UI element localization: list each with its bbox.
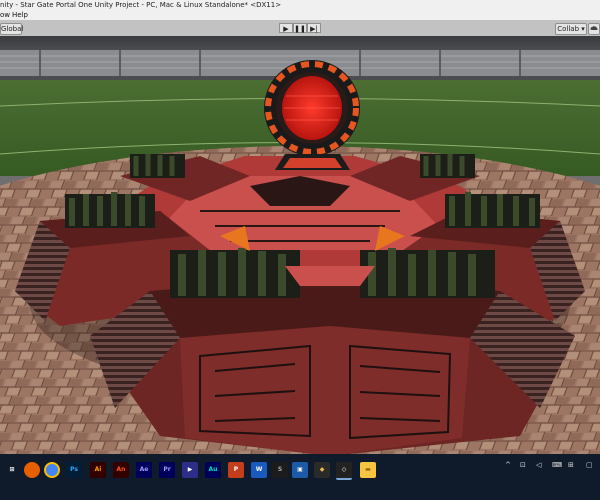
folder-icon: ▬	[365, 466, 371, 473]
powerpoint-icon: P	[233, 466, 239, 473]
after-effects-icon: Ae	[139, 466, 149, 473]
photos-icon: ▣	[297, 466, 303, 473]
menu-bar: ow Help	[0, 10, 600, 20]
animate-icon: An	[116, 466, 126, 473]
windows-taskbar: ⊞ Ps Ai An Ae Pr ▶ Au P W S ▣ ◆ ◇ ▬ ^ ⊡ …	[0, 454, 600, 500]
taskbar-app-substance[interactable]: S	[272, 462, 288, 478]
scene-viewport[interactable]	[0, 36, 600, 454]
playback-controls: ▶ ❚❚ ▶|	[279, 23, 321, 33]
substance-icon: S	[277, 466, 283, 473]
taskbar-app-illustrator[interactable]: Ai	[90, 462, 106, 478]
unity-icon: ◇	[341, 466, 347, 473]
taskbar-app-audition[interactable]: Au	[205, 462, 221, 478]
cloud-button[interactable]	[588, 23, 600, 35]
tray-network-icon[interactable]: ⊡	[520, 460, 526, 470]
taskbar-app-cube[interactable]: ◆	[314, 462, 330, 478]
notification-icon[interactable]: ▢	[586, 460, 593, 470]
menu-item-help[interactable]: Help	[12, 10, 28, 20]
taskbar-app-firefox[interactable]	[24, 462, 40, 478]
taskbar-app-chrome[interactable]	[44, 462, 60, 478]
taskbar-app-premiere[interactable]: Pr	[159, 462, 175, 478]
media-player-icon: ▶	[187, 466, 193, 473]
tray-overflow-icon[interactable]: ^	[505, 460, 511, 470]
audition-icon: Au	[208, 466, 218, 473]
cloud-icon	[590, 26, 598, 30]
taskbar-app-photos[interactable]: ▣	[292, 462, 308, 478]
taskbar-app-unity[interactable]: ◇	[336, 462, 352, 480]
taskbar-app-after-effects[interactable]: Ae	[136, 462, 152, 478]
word-icon: W	[255, 466, 263, 473]
cube-icon: ◆	[319, 466, 325, 473]
tray-keyboard-icon[interactable]: ⌨	[552, 460, 562, 470]
taskbar-app-media-player[interactable]: ▶	[182, 462, 198, 478]
play-button[interactable]: ▶	[279, 23, 293, 33]
pause-button[interactable]: ❚❚	[293, 23, 307, 33]
window-titlebar: nity - Star Gate Portal One Unity Projec…	[0, 0, 600, 10]
scene-render	[0, 36, 600, 454]
window-title: nity - Star Gate Portal One Unity Projec…	[0, 1, 282, 9]
toolbar: Global ▶ ❚❚ ▶| Collab ▾	[0, 20, 600, 37]
collab-dropdown[interactable]: Collab ▾	[555, 23, 587, 35]
global-toggle-button[interactable]: Global	[0, 23, 23, 35]
taskbar-app-file-explorer[interactable]: ▬	[360, 462, 376, 478]
tray-volume-icon[interactable]: ◁	[536, 460, 541, 470]
step-button[interactable]: ▶|	[307, 23, 321, 33]
taskbar-app-photoshop[interactable]: Ps	[66, 462, 82, 478]
taskbar-app-powerpoint[interactable]: P	[228, 462, 244, 478]
tray-display-icon[interactable]: ⊞	[568, 460, 574, 470]
illustrator-icon: Ai	[94, 466, 102, 473]
start-button[interactable]: ⊞	[4, 462, 20, 478]
taskbar-app-word[interactable]: W	[251, 462, 267, 478]
menu-item-window[interactable]: ow	[0, 10, 10, 20]
taskbar-app-animate[interactable]: An	[113, 462, 129, 478]
photoshop-icon: Ps	[70, 466, 78, 473]
premiere-icon: Pr	[163, 466, 171, 473]
